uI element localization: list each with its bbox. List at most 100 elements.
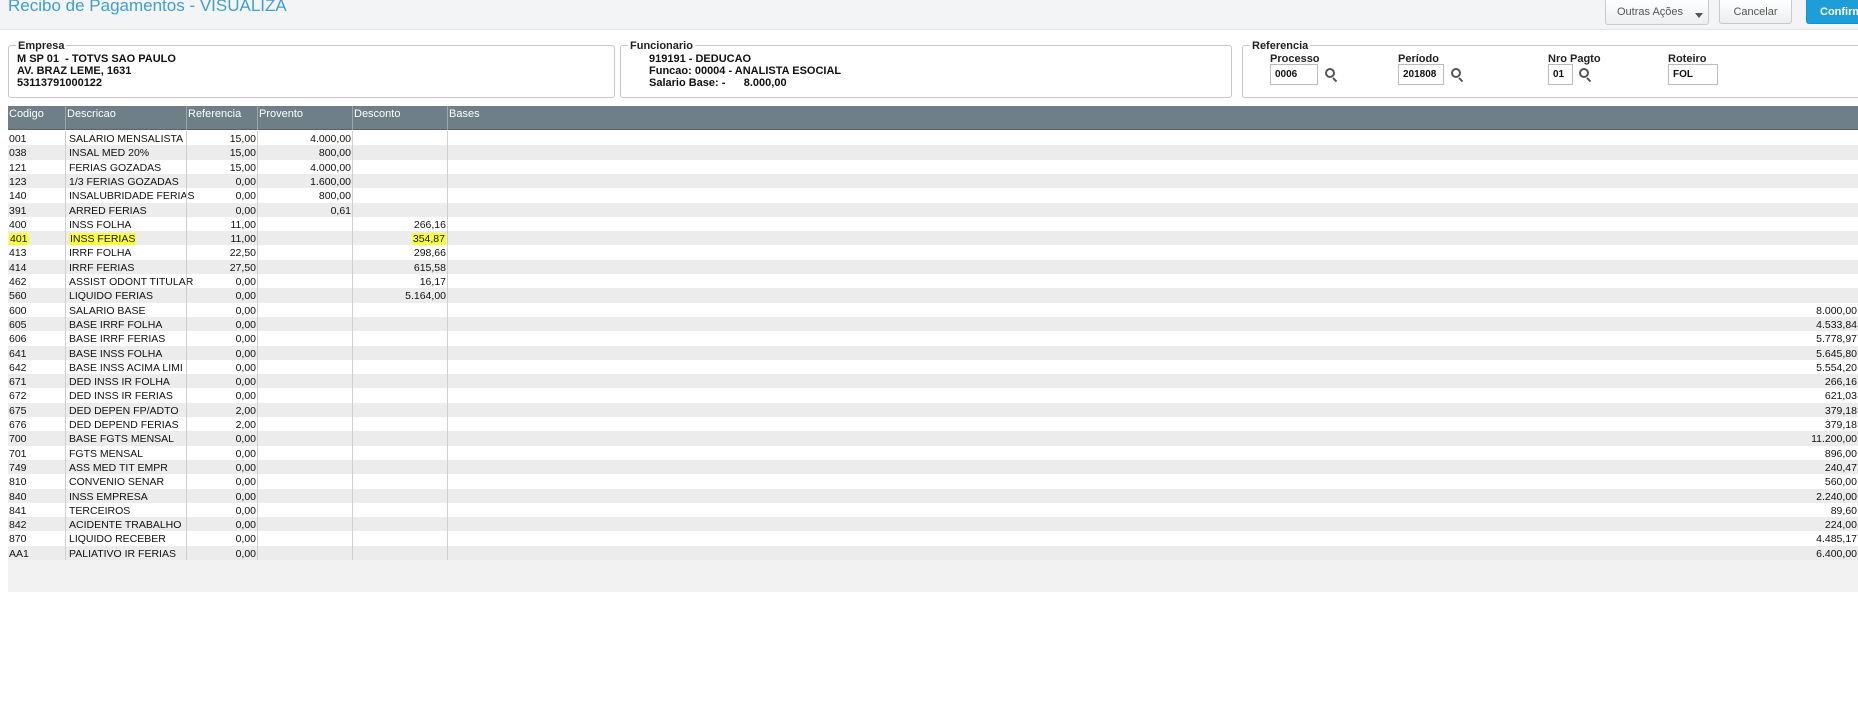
cell-descricao-text: INSS FERIAS — [69, 233, 137, 246]
referencia-legend: Referencia — [1250, 39, 1311, 53]
cell-codigo-text: 642 — [9, 361, 27, 374]
periodo-field[interactable]: 201808 — [1398, 64, 1444, 85]
cell-descricao-text: DED INSS IR FOLHA — [69, 376, 170, 389]
cell-bases-text: 6.400,00 — [1816, 547, 1857, 560]
nro-pagto-field[interactable]: 01 — [1548, 64, 1573, 85]
cell-provento-text: 1.600,00 — [310, 175, 351, 188]
cell-referencia-text: 15,00 — [229, 147, 256, 160]
cell-desconto-text: 266,16 — [413, 218, 446, 231]
cell-codigo-text: 675 — [9, 404, 27, 417]
cell-referencia-text: 11,00 — [230, 233, 257, 246]
cell-referencia-text: 2,00 — [235, 404, 256, 417]
cell-referencia-text: 0,00 — [235, 276, 256, 288]
funcionario-legend: Funcionario — [628, 39, 695, 53]
cell-desconto-text: 16,17 — [419, 276, 446, 288]
top-bar: Recibo de Pagamentos - VISUALIZA Outras … — [0, 0, 1858, 30]
cell-bases-text: 8.000,00 — [1816, 304, 1857, 317]
cell-desconto-text: 5.164,00 — [405, 290, 446, 303]
cell-codigo-text: 810 — [9, 476, 27, 489]
funcionario-salario: Salario Base: - 8.000,00 — [649, 77, 787, 89]
cell-codigo-text: 600 — [9, 304, 27, 317]
cell-descricao-text: INSS EMPRESA — [69, 490, 148, 503]
cell-descricao-text: IRRF FOLHA — [69, 247, 132, 260]
cancel-button[interactable]: Cancelar — [1719, 0, 1792, 24]
cell-referencia-text: 0,00 — [235, 390, 256, 403]
cell-bases-text: 89,60 — [1830, 504, 1857, 517]
cell-referencia-text: 0,00 — [235, 290, 256, 303]
cell-descricao-text: BASE INSS ACIMA LIMI — [69, 361, 183, 374]
column-header-desconto[interactable]: Desconto — [352, 106, 447, 130]
cell-referencia-text: 15,00 — [229, 133, 256, 145]
cell-codigo-text: 121 — [9, 161, 27, 174]
cell-descricao-text: IRRF FERIAS — [69, 261, 135, 274]
cell-descricao-text: BASE IRRF FERIAS — [69, 333, 166, 346]
cell-codigo-text: 672 — [9, 390, 27, 403]
cell-bases-text: 11.200,00 — [1811, 433, 1857, 446]
search-icon[interactable] — [1451, 68, 1464, 83]
confirm-button[interactable]: Confirmar — [1806, 0, 1858, 24]
empresa-cnpj: 53113791000122 — [17, 77, 103, 89]
cell-bases-text: 896,00 — [1824, 447, 1857, 460]
cell-referencia-text: 0,00 — [235, 347, 256, 360]
cell-bases-text: 5.778,97 — [1816, 333, 1857, 346]
cell-bases-text: 266,16 — [1824, 376, 1857, 389]
cell-codigo-text: 123 — [9, 175, 27, 188]
cell-descricao-text: INSAL MED 20% — [69, 147, 150, 160]
cell-codigo-text: 701 — [9, 447, 27, 460]
column-header-descricao[interactable]: Descricao — [65, 106, 186, 130]
cell-bases-text: 240,47 — [1824, 461, 1857, 474]
empresa-panel: Empresa M SP 01 - TOTVS SAO PAULO AV. BR… — [8, 39, 615, 98]
cell-codigo-text: 842 — [9, 519, 27, 532]
cell-codigo-text: 414 — [9, 261, 27, 274]
cell-referencia-text: 27,50 — [229, 261, 256, 274]
cell-codigo-text: 462 — [9, 276, 27, 288]
search-icon[interactable] — [1579, 68, 1592, 83]
funcionario-funcao: Funcao: 00004 - ANALISTA ESOCIAL — [649, 65, 842, 77]
cell-bases-text: 224,00 — [1824, 519, 1857, 532]
cell-referencia-text: 0,00 — [235, 304, 256, 317]
column-header-provento[interactable]: Provento — [257, 106, 352, 130]
cell-referencia-text: 0,00 — [235, 476, 256, 489]
cell-referencia-text: 0,00 — [235, 190, 256, 203]
cell-referencia-text: 0,00 — [235, 376, 256, 389]
cell-bases-text: 379,18 — [1824, 404, 1857, 417]
other-actions-button[interactable]: Outras Ações — [1605, 0, 1709, 25]
referencia-panel: Referencia Processo 0006 Período 201808 … — [1242, 39, 1858, 98]
cell-descricao-text: PALIATIVO IR FERIAS — [69, 547, 176, 560]
cell-descricao-text: LIQUIDO FERIAS — [69, 290, 154, 303]
cell-codigo-text: 038 — [9, 147, 27, 160]
column-header-referencia[interactable]: Referencia — [186, 106, 257, 130]
cell-provento-text: 4.000,00 — [310, 161, 351, 174]
cell-descricao-text: TERCEIROS — [69, 504, 131, 517]
cell-referencia-text: 0,00 — [235, 504, 256, 517]
page-title: Recibo de Pagamentos - VISUALIZA — [8, 0, 287, 15]
cell-codigo-text: 560 — [9, 290, 27, 303]
cell-descricao-text: ACIDENTE TRABALHO — [69, 519, 182, 532]
cell-bases-text: 2.240,00 — [1816, 490, 1857, 503]
column-header-bases[interactable]: Bases — [447, 106, 1858, 130]
cell-descricao-text: FERIAS GOZADAS — [69, 161, 162, 174]
empresa-name: M SP 01 - TOTVS SAO PAULO — [17, 53, 176, 65]
cell-bases-text: 560,00 — [1824, 476, 1857, 489]
other-actions-label: Outras Ações — [1617, 6, 1684, 18]
cell-descricao-text: DED DEPEN FP/ADTO — [69, 404, 179, 417]
cell-codigo-text: 605 — [9, 318, 27, 331]
cell-bases-text: 5.554,20 — [1816, 361, 1857, 374]
cell-provento-text: 800,00 — [318, 147, 351, 160]
cell-referencia-text: 0,00 — [235, 533, 256, 546]
cell-descricao-text: BASE IRRF FOLHA — [69, 318, 163, 331]
cell-desconto-text: 298,66 — [413, 247, 446, 260]
cell-codigo-text: 140 — [9, 190, 27, 203]
cell-descricao-text: INSALUBRIDADE FERIAS — [69, 190, 195, 203]
processo-field[interactable]: 0006 — [1270, 64, 1318, 85]
cell-descricao-text: FGTS MENSAL — [69, 447, 144, 460]
cell-desconto-text: 354,87 — [411, 233, 446, 246]
roteiro-field[interactable]: FOL — [1668, 64, 1718, 85]
empresa-legend: Empresa — [16, 39, 67, 53]
cell-referencia-text: 22,50 — [229, 247, 256, 260]
cell-codigo-text: 001 — [9, 133, 27, 145]
column-header-codigo[interactable]: Codigo — [8, 106, 65, 130]
search-icon[interactable] — [1325, 68, 1338, 83]
cell-codigo-text: 391 — [9, 204, 27, 217]
cell-descricao-text: LIQUIDO RECEBER — [69, 533, 166, 546]
